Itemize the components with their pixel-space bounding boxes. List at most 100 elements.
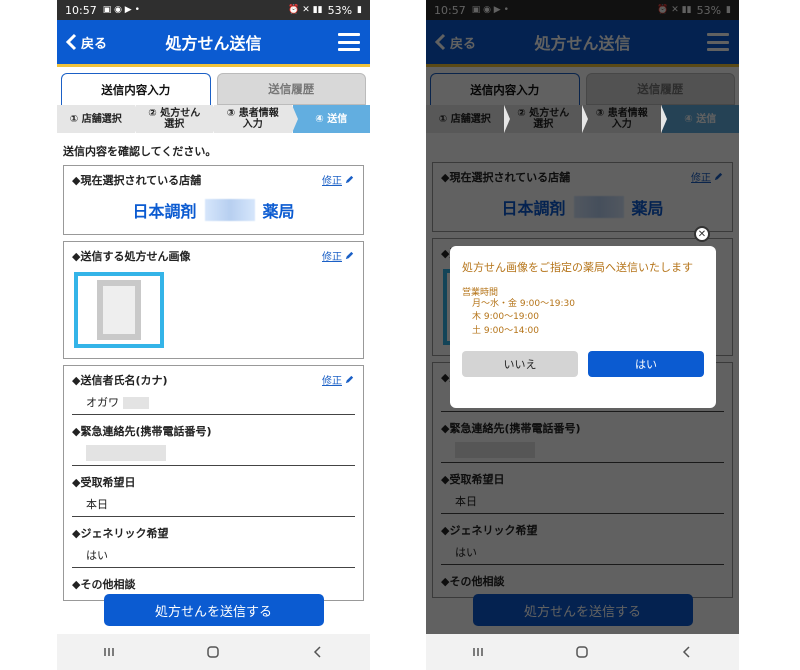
field-label-date: ◆受取希望日 — [72, 476, 136, 489]
chevron-left-icon — [65, 33, 77, 51]
recent-apps-icon[interactable] — [471, 645, 485, 659]
hours-line: 木 9:00〜19:00 — [472, 312, 540, 323]
step-patient-info: ③ 患者情報 入力 — [582, 105, 667, 133]
menu-icon[interactable] — [338, 33, 360, 51]
dialog-message: 処方せん画像をご指定の薬局へ送信いたします — [462, 261, 693, 274]
chevron-left-icon — [434, 33, 446, 51]
battery-icon: ▮ — [726, 5, 731, 15]
pencil-icon — [345, 251, 354, 260]
step-store-select: ① 店舗選択 — [426, 105, 510, 133]
business-hours-title: 営業時間 — [462, 287, 499, 298]
tab-send-input: 送信内容入力 — [430, 73, 580, 105]
step-indicator: ① 店舗選択 ② 処方せん 選択 ③ 患者情報 入力 ④ 送信 — [57, 105, 370, 133]
yes-button[interactable]: はい — [588, 351, 704, 378]
step-patient-info: ③ 患者情報 入力 — [213, 105, 298, 133]
field-value-generic: はい — [441, 538, 724, 565]
store-name: 日本調剤 薬局 — [72, 198, 355, 222]
battery-icon: ▮ — [357, 5, 362, 15]
submit-prescription-button[interactable]: 処方せんを送信する — [103, 594, 324, 626]
status-time: 10:57 — [434, 3, 466, 17]
step-send: ④ 送信 — [291, 105, 370, 133]
back-label: 戻る — [450, 36, 477, 52]
hours-line: 月〜水・金 9:00〜19:30 — [472, 298, 576, 309]
back-nav-icon[interactable] — [680, 645, 694, 659]
field-label-generic: ◆ジェネリック希望 — [72, 527, 169, 540]
step-indicator: ① 店舗選択 ② 処方せん 選択 ③ 患者情報 入力 ④ 送信 — [426, 105, 739, 133]
pencil-icon — [345, 375, 354, 384]
status-bar: 10:57 ▣ ◉ ▶ • ⏰ ✕ ▮▮ 53% ▮ — [426, 0, 739, 20]
field-label-name: ◆送信者氏名(カナ) — [72, 374, 168, 387]
menu-icon — [707, 33, 729, 51]
field-label-phone: ◆緊急連絡先(携帯電話番号) — [72, 425, 212, 438]
store-card-title: ◆現在選択されている店舗 — [441, 171, 571, 184]
battery-level: 53% — [327, 3, 353, 17]
pencil-icon — [345, 175, 354, 184]
recent-apps-icon[interactable] — [102, 645, 116, 659]
close-icon[interactable]: ✕ — [694, 226, 710, 242]
back-nav-icon[interactable] — [311, 645, 325, 659]
field-value-date: 本日 — [72, 490, 355, 517]
tab-send-input[interactable]: 送信内容入力 — [61, 73, 211, 105]
android-nav-bar — [426, 634, 739, 670]
phone-screen-form: 10:57 ▣ ◉ ▶ • ⏰ ✕ ▮▮ 53% ▮ 戻る 処方せん送信 送信内… — [57, 0, 370, 670]
step-prescription-select: ② 処方せん 選択 — [134, 105, 219, 133]
field-value-date: 本日 — [441, 487, 724, 514]
tab-send-history[interactable]: 送信履歴 — [216, 73, 366, 105]
signal-icons: ⏰ ✕ ▮▮ — [288, 5, 323, 15]
pencil-icon — [714, 172, 723, 181]
field-label-other: ◆その他相談 — [72, 578, 136, 591]
store-card-title: ◆現在選択されている店舗 — [72, 174, 202, 187]
back-button[interactable]: 戻る — [57, 33, 107, 52]
store-card: ◆現在選択されている店舗 修正 日本調剤 薬局 — [432, 162, 733, 232]
status-bar: 10:57 ▣ ◉ ▶ • ⏰ ✕ ▮▮ 53% ▮ — [57, 0, 370, 20]
field-label-other: ◆その他相談 — [441, 575, 505, 588]
edit-store-link: 修正 — [691, 169, 724, 184]
home-icon[interactable] — [575, 645, 589, 659]
notification-icons: ▣ ◉ ▶ • — [471, 5, 509, 15]
signal-icons: ⏰ ✕ ▮▮ — [657, 5, 692, 15]
step-store-select: ① 店舗選択 — [57, 105, 141, 133]
submit-area: 処方せんを送信する — [426, 594, 739, 634]
prescription-image-card: ◆送信する処方せん画像 修正 — [63, 241, 364, 359]
notification-icons: ▣ ◉ ▶ • — [102, 5, 140, 15]
edit-image-link[interactable]: 修正 — [322, 248, 355, 263]
step-prescription-select: ② 処方せん 選択 — [503, 105, 588, 133]
redacted-store-name — [573, 196, 624, 218]
submit-area: 処方せんを送信する — [57, 594, 370, 634]
edit-patient-link[interactable]: 修正 — [322, 372, 355, 387]
tab-bar: 送信内容入力 送信履歴 — [57, 67, 370, 105]
edit-store-link[interactable]: 修正 — [322, 172, 355, 187]
field-value-generic: はい — [72, 541, 355, 568]
image-card-title: ◆送信する処方せん画像 — [72, 250, 191, 263]
tab-bar: 送信内容入力 送信履歴 — [426, 67, 739, 105]
status-time: 10:57 — [65, 3, 97, 17]
hours-line: 土 9:00〜14:00 — [472, 326, 540, 337]
home-icon[interactable] — [206, 645, 220, 659]
step-send: ④ 送信 — [660, 105, 739, 133]
no-button[interactable]: いいえ — [462, 351, 578, 378]
redacted-store-name — [204, 199, 255, 221]
submit-prescription-button: 処方せんを送信する — [472, 594, 693, 626]
battery-level: 53% — [696, 3, 722, 17]
back-label: 戻る — [81, 36, 108, 52]
field-value-phone — [72, 439, 355, 466]
store-card: ◆現在選択されている店舗 修正 日本調剤 薬局 — [63, 165, 364, 235]
confirm-instruction: 送信内容を確認してください。 — [63, 145, 217, 158]
confirm-dialog: 処方せん画像をご指定の薬局へ送信いたします 営業時間 月〜水・金 9:00〜19… — [450, 246, 716, 408]
field-label-date: ◆受取希望日 — [441, 473, 505, 486]
field-value-name: オガワ — [72, 388, 355, 415]
prescription-thumbnail[interactable] — [74, 272, 164, 348]
store-name: 日本調剤 薬局 — [441, 195, 724, 219]
app-header: 戻る 処方せん送信 — [57, 20, 370, 64]
field-value-phone — [441, 436, 724, 463]
business-hours: 月〜水・金 9:00〜19:30 木 9:00〜19:00 土 9:00〜14:… — [462, 298, 704, 340]
tab-send-history: 送信履歴 — [585, 73, 735, 105]
phone-screen-dialog: 10:57 ▣ ◉ ▶ • ⏰ ✕ ▮▮ 53% ▮ 戻る 処方せん送信 送信内… — [426, 0, 739, 670]
field-label-generic: ◆ジェネリック希望 — [441, 524, 538, 537]
app-header: 戻る 処方せん送信 — [426, 20, 739, 64]
android-nav-bar — [57, 634, 370, 670]
dialog-buttons: いいえ はい — [462, 351, 704, 378]
patient-info-card: 修正 ◆送信者氏名(カナ) オガワ ◆緊急連絡先(携帯電話番号) ◆受取希望日 … — [63, 365, 364, 601]
back-button: 戻る — [426, 33, 476, 52]
field-label-phone: ◆緊急連絡先(携帯電話番号) — [441, 422, 581, 435]
